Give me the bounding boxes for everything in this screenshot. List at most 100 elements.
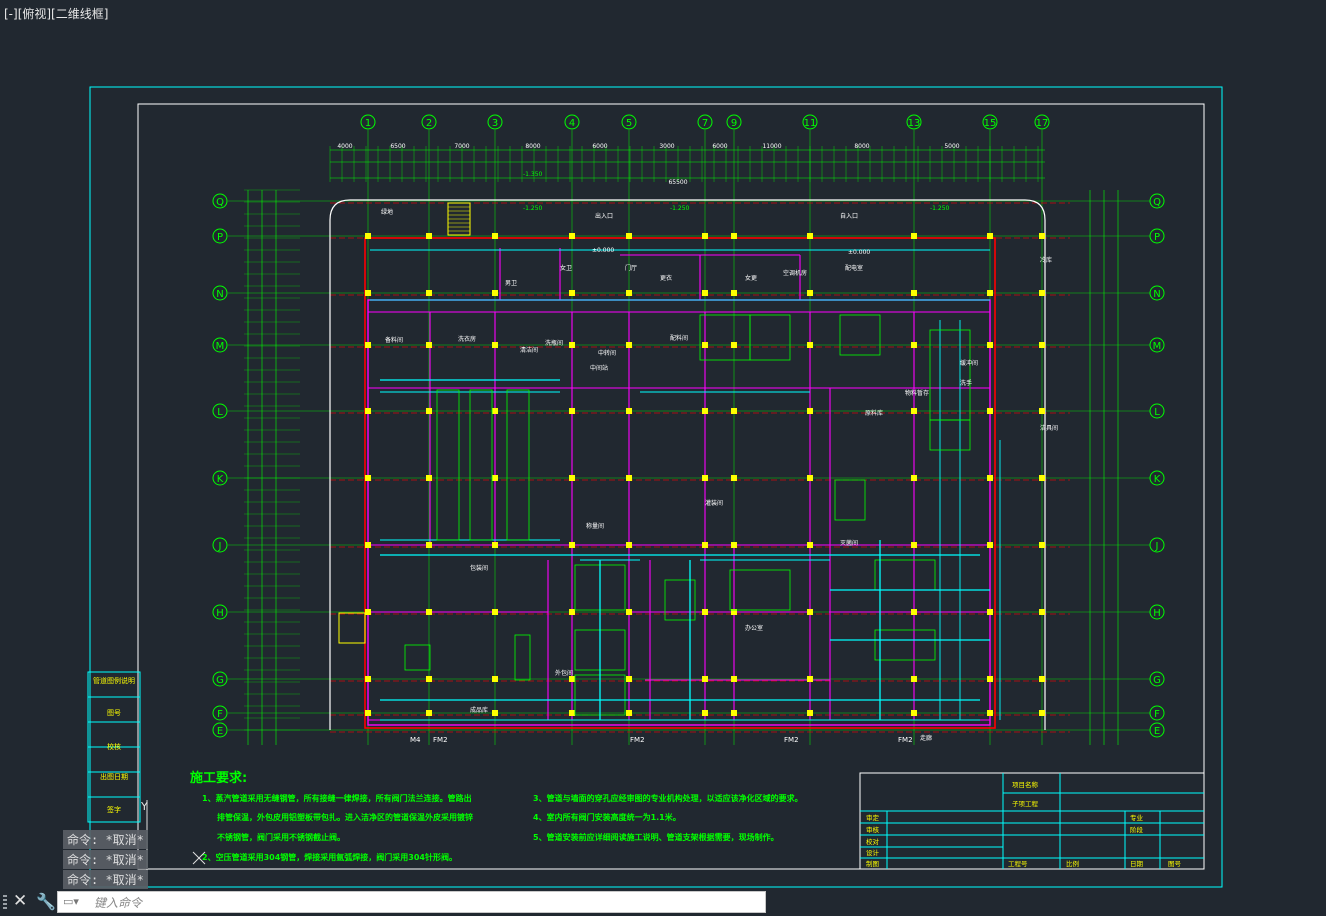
structural-column	[1039, 542, 1045, 548]
structural-column	[1039, 233, 1045, 239]
structural-column	[626, 408, 632, 414]
close-icon[interactable]: ✕	[13, 891, 27, 911]
structural-column	[702, 408, 708, 414]
axis-bubble-label: 2	[426, 118, 432, 129]
door-label: FM2	[433, 736, 448, 744]
room-label: 走廊	[920, 734, 932, 742]
structural-column	[492, 408, 498, 414]
room-label: 原料库	[865, 409, 883, 417]
axis-grid-lines	[228, 130, 1150, 745]
axis-bubble-label: K	[1154, 474, 1161, 485]
dimension-text: 6000	[712, 143, 727, 150]
room-label: 外包间	[555, 669, 573, 677]
dimension-text: 6500	[390, 143, 405, 150]
axis-bubble-label: J	[218, 541, 222, 552]
command-input[interactable]	[92, 893, 756, 913]
legend-table: 管道图例说明 图号 校核 出图日期 签字	[87, 671, 141, 823]
room-label: 洗衣房	[458, 335, 476, 343]
structural-column	[365, 676, 371, 682]
equipment	[749, 314, 791, 361]
room-label: 女更	[745, 274, 757, 282]
structural-column	[569, 475, 575, 481]
structural-column	[911, 475, 917, 481]
legend-row-label: 校核	[107, 742, 121, 751]
command-bar: ✕ 🔧 ▭▾	[0, 889, 1326, 916]
room-label: 冷库	[1040, 256, 1052, 264]
structural-column	[426, 233, 432, 239]
room-label: 绿地	[381, 208, 393, 216]
structural-column	[569, 290, 575, 296]
title-block-label: 校对	[866, 837, 880, 846]
equipment	[506, 389, 530, 541]
axis-bubble-label: F	[217, 709, 223, 720]
axis-bubble-label: Q	[216, 197, 224, 208]
structural-column	[426, 475, 432, 481]
elevation-label: -1.250	[670, 205, 690, 212]
command-input-box[interactable]: ▭▾	[57, 891, 766, 913]
structural-column	[365, 710, 371, 716]
structural-column	[569, 342, 575, 348]
dimension-text: 6000	[592, 143, 607, 150]
structural-column	[987, 676, 993, 682]
axis-bubble-label: K	[217, 474, 224, 485]
note-line: 3、管道与墙面的穿孔应经审图的专业机构处理，以适应该净化区域的要求。	[533, 793, 803, 803]
structural-column	[731, 542, 737, 548]
structural-column	[807, 475, 813, 481]
title-block-label: 审定	[866, 813, 880, 822]
structural-column	[569, 609, 575, 615]
inner-frame	[137, 103, 1205, 870]
structural-column	[492, 342, 498, 348]
structural-column	[1039, 676, 1045, 682]
axis-bubble-label: J	[1155, 541, 1159, 552]
dimension-text: 5000	[944, 143, 959, 150]
room-label: 门厅	[625, 264, 637, 272]
grip-handle-icon[interactable]	[3, 895, 7, 911]
equipment	[839, 314, 881, 356]
room-label: 出入口	[595, 212, 613, 220]
structural-column	[702, 710, 708, 716]
overall-dimension: 65500	[668, 179, 687, 186]
command-prompt-icon[interactable]: ▭▾	[63, 895, 79, 908]
door-label: M4	[410, 736, 421, 744]
structural-column	[731, 342, 737, 348]
structural-column	[702, 609, 708, 615]
axis-bubble-label: F	[1154, 709, 1160, 720]
cad-drawing-canvas[interactable]: 1 2 3 4 5 7 9 11 13 15 17Q QP PN NM ML LK KJ JH HG GF FE E 65…	[0, 0, 1326, 890]
dimension-text: 7000	[454, 143, 469, 150]
elevation-label: -1.350	[523, 171, 543, 178]
axis-bubble-label: G	[1153, 675, 1161, 686]
room-label: 灭菌间	[840, 539, 858, 547]
wrench-icon[interactable]: 🔧	[36, 892, 56, 911]
structural-column	[626, 676, 632, 682]
structural-column	[702, 475, 708, 481]
axis-bubble-label: L	[1154, 407, 1160, 418]
structural-column	[702, 233, 708, 239]
command-history-line: 命令: *取消*	[63, 870, 148, 889]
axis-bubble-label: M	[1153, 341, 1162, 352]
structural-column	[626, 342, 632, 348]
structural-column	[911, 342, 917, 348]
structural-column	[626, 542, 632, 548]
command-history-line: 命令: *取消*	[63, 830, 148, 849]
equipment	[874, 559, 936, 591]
axis-bubble-label: M	[216, 341, 225, 352]
notes-title: 施工要求:	[190, 770, 247, 786]
axis-bubble-label: Q	[1153, 197, 1161, 208]
structural-column	[426, 408, 432, 414]
door-labels: M4 FM2 FM2 FM2 FM2	[410, 736, 913, 744]
ucs-icon: Y	[140, 800, 206, 870]
axis-bubble-label: 7	[702, 118, 708, 129]
axis-bubble-label: E	[1154, 726, 1160, 737]
title-block-label: 设计	[866, 848, 880, 857]
clean-zone-wall	[367, 299, 991, 726]
structural-column	[702, 676, 708, 682]
note-line: 排管保温，外包皮用铝塑板带包扎。进入洁净区的管道保温外皮采用镀锌	[217, 812, 473, 822]
construction-notes: 施工要求: 1、蒸汽管道采用无缝钢管，所有接缝一律焊接，所有阀门法兰连接。管路出…	[190, 770, 803, 862]
elevation-label: -1.250	[930, 205, 950, 212]
structural-column	[365, 609, 371, 615]
room-label: 称量间	[586, 522, 604, 530]
room-label: 洗手	[960, 379, 972, 387]
structural-column	[807, 542, 813, 548]
note-line: 不锈钢管，阀门采用不锈钢截止阀。	[217, 832, 345, 842]
room-label: 男卫	[505, 280, 517, 287]
